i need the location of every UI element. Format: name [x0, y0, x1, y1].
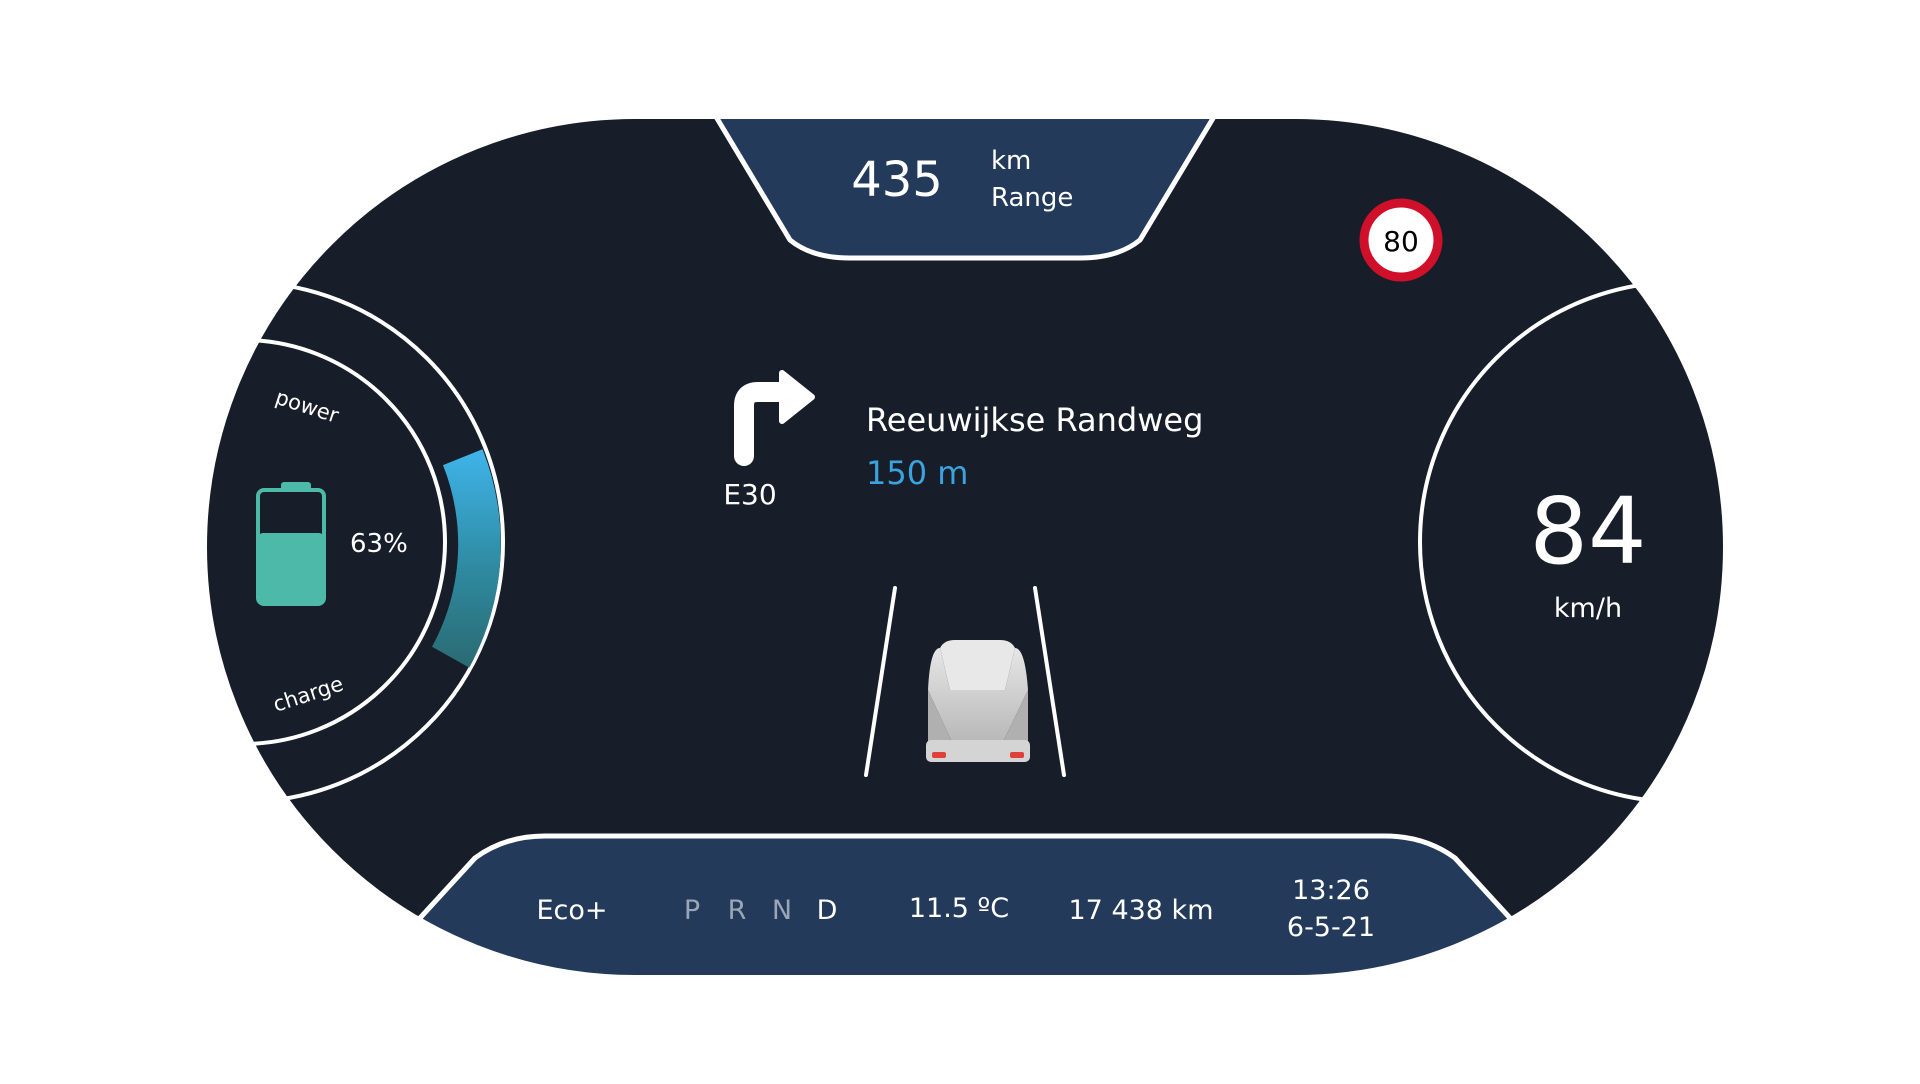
gear-n: N [772, 895, 792, 926]
instrument-cluster-screen: 435 km Range 80 power charge 63% E30 Ree… [0, 0, 1920, 1080]
gear-d: D [817, 895, 838, 926]
clock-time: 13:26 [1292, 875, 1370, 906]
range-label: Range [991, 183, 1073, 213]
speed-unit: km/h [1554, 593, 1622, 624]
gear-p: P [684, 895, 700, 926]
street-name: Reeuwijkse Randweg [866, 401, 1203, 439]
clock-date: 6-5-21 [1287, 912, 1375, 943]
turn-distance: 150 m [866, 454, 968, 492]
speed-value: 84 [1529, 478, 1646, 585]
speed-limit-sign-icon: 80 [1359, 198, 1443, 282]
speed-limit-value: 80 [1383, 225, 1419, 258]
road-code: E30 [723, 478, 776, 511]
gear-r: R [728, 895, 747, 926]
drive-mode: Eco+ [536, 895, 607, 926]
car-icon [926, 640, 1030, 762]
dashboard-canvas: 435 km Range 80 power charge 63% E30 Ree… [203, 115, 1727, 979]
battery-percent: 63% [350, 529, 408, 559]
range-value: 435 [851, 152, 943, 208]
range-unit: km [991, 146, 1031, 176]
outside-temperature: 11.5 ºC [909, 893, 1009, 924]
odometer: 17 438 km [1069, 895, 1214, 926]
battery-fill-level [258, 533, 324, 604]
